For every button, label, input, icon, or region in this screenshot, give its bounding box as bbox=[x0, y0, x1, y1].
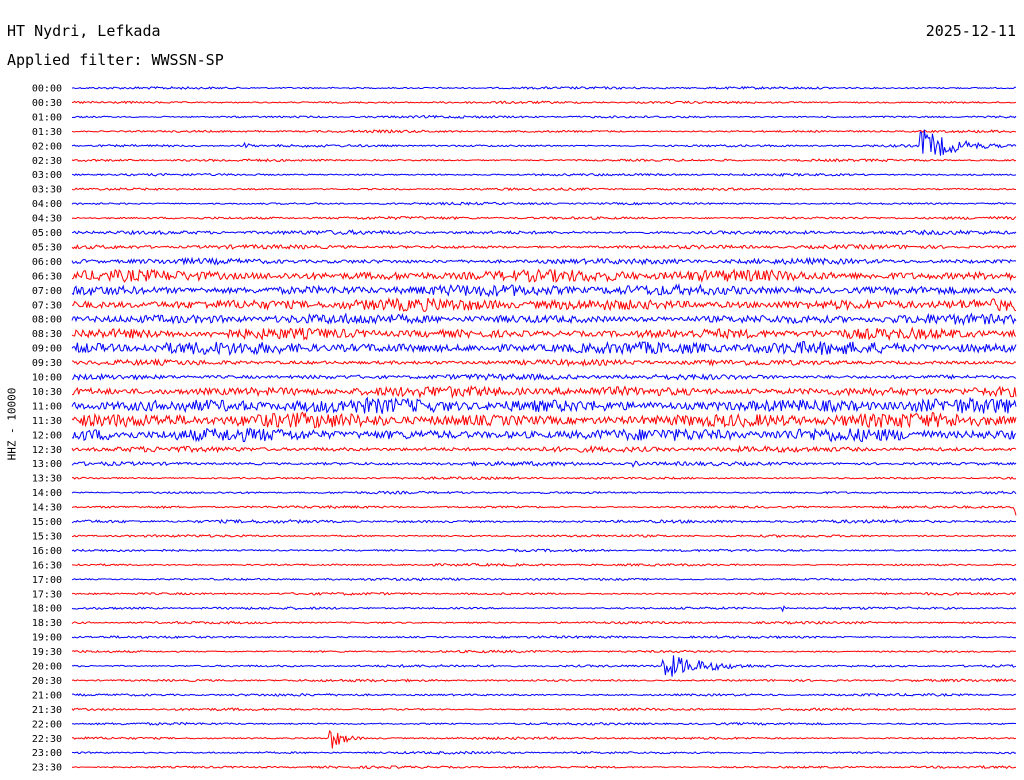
tick-label-0500: 05:00 bbox=[32, 228, 62, 239]
tick-label-1530: 15:30 bbox=[32, 531, 62, 542]
trace-row-1900 bbox=[71, 635, 1017, 640]
tick-label-1900: 19:00 bbox=[32, 633, 62, 644]
tick-label-0230: 02:30 bbox=[32, 156, 62, 167]
tick-label-1700: 17:00 bbox=[32, 575, 62, 586]
tick-label-2330: 23:30 bbox=[32, 763, 62, 774]
trace-row-0730 bbox=[72, 296, 1017, 312]
tick-label-1000: 10:00 bbox=[32, 373, 62, 384]
trace-row-1930 bbox=[71, 649, 1017, 654]
trace-row-1400 bbox=[71, 490, 1017, 495]
tick-label-2300: 23:00 bbox=[32, 748, 62, 759]
tick-label-0630: 06:30 bbox=[32, 271, 62, 282]
trace-row-0430 bbox=[71, 215, 1017, 221]
trace-row-2030 bbox=[71, 678, 1017, 683]
trace-row-2200 bbox=[71, 721, 1016, 726]
tick-label-1200: 12:00 bbox=[32, 430, 62, 441]
trace-row-1030 bbox=[71, 384, 1017, 399]
trace-row-2300 bbox=[71, 750, 1017, 755]
trace-row-0900 bbox=[71, 340, 1017, 357]
tick-label-0330: 03:30 bbox=[32, 185, 62, 196]
tick-label-1930: 19:30 bbox=[32, 647, 62, 658]
tick-label-1600: 16:00 bbox=[32, 546, 62, 557]
tick-label-0430: 04:30 bbox=[32, 214, 62, 225]
tick-label-0030: 00:30 bbox=[32, 98, 62, 109]
tick-label-0730: 07:30 bbox=[32, 300, 62, 311]
tick-label-2200: 22:00 bbox=[32, 719, 62, 730]
tick-label-1830: 18:30 bbox=[32, 618, 62, 629]
tick-label-0100: 01:00 bbox=[32, 112, 62, 123]
trace-row-0030 bbox=[72, 100, 1017, 105]
tick-label-0900: 09:00 bbox=[32, 344, 62, 355]
trace-row-0930 bbox=[71, 357, 1017, 368]
trace-row-1500 bbox=[71, 518, 1017, 524]
tick-label-0300: 03:00 bbox=[32, 170, 62, 181]
tick-label-1330: 13:30 bbox=[32, 474, 62, 485]
trace-row-1300 bbox=[71, 460, 1017, 468]
trace-row-0000 bbox=[71, 86, 1016, 90]
trace-row-1330 bbox=[71, 476, 1017, 481]
trace-row-1100 bbox=[71, 396, 1017, 414]
tick-label-0130: 01:30 bbox=[32, 127, 62, 138]
trace-row-1700 bbox=[71, 577, 1017, 582]
trace-row-0200 bbox=[71, 129, 1017, 156]
trace-row-1830 bbox=[71, 620, 1017, 625]
trace-row-1200 bbox=[71, 427, 1017, 443]
trace-row-1630 bbox=[71, 562, 1017, 567]
tick-label-1500: 15:00 bbox=[32, 517, 62, 528]
tick-label-1800: 18:00 bbox=[32, 604, 62, 615]
helicorder-plot: 00:00 00:30 01:00 01:30 02:00 02:30 03:00 03:30… bbox=[32, 84, 1017, 774]
trace-row-0830 bbox=[71, 326, 1017, 342]
trace-row-1730 bbox=[71, 591, 1016, 596]
seismic-traces bbox=[71, 86, 1017, 770]
tick-label-0830: 08:30 bbox=[32, 329, 62, 340]
tick-label-1130: 11:30 bbox=[32, 416, 62, 427]
tick-label-0930: 09:30 bbox=[32, 358, 62, 369]
trace-row-1600 bbox=[71, 548, 1017, 553]
trace-row-0130 bbox=[71, 129, 1017, 134]
trace-row-0800 bbox=[71, 312, 1017, 327]
trace-row-0400 bbox=[71, 201, 1017, 206]
trace-row-0100 bbox=[71, 114, 1017, 119]
tick-label-1400: 14:00 bbox=[32, 488, 62, 499]
trace-row-1130 bbox=[71, 411, 1017, 429]
trace-row-0300 bbox=[71, 172, 1017, 177]
trace-row-2230 bbox=[71, 729, 1017, 749]
trace-row-2330 bbox=[71, 764, 1017, 770]
tick-label-2230: 22:30 bbox=[32, 734, 62, 745]
trace-row-1530 bbox=[71, 534, 1017, 539]
tick-label-1630: 16:30 bbox=[32, 560, 62, 571]
trace-row-0530 bbox=[71, 243, 1017, 251]
tick-label-2100: 21:00 bbox=[32, 690, 62, 701]
trace-row-0230 bbox=[71, 158, 1017, 163]
time-tick-labels: 00:00 00:30 01:00 01:30 02:00 02:30 03:00 03:30… bbox=[32, 84, 62, 774]
tick-label-0000: 00:00 bbox=[32, 84, 62, 95]
trace-row-1000 bbox=[71, 372, 1017, 382]
trace-row-2000 bbox=[71, 655, 1017, 677]
tick-label-0530: 05:30 bbox=[32, 242, 62, 253]
tick-label-2030: 20:30 bbox=[32, 676, 62, 687]
trace-row-0600 bbox=[71, 256, 1017, 266]
tick-label-0700: 07:00 bbox=[32, 286, 62, 297]
tick-label-1300: 13:00 bbox=[32, 459, 62, 470]
tick-label-0800: 08:00 bbox=[32, 315, 62, 326]
tick-label-0400: 04:00 bbox=[32, 199, 62, 210]
tick-label-1730: 17:30 bbox=[32, 589, 62, 600]
tick-label-1100: 11:00 bbox=[32, 401, 62, 412]
tick-label-0200: 02:00 bbox=[32, 141, 62, 152]
trace-row-2100 bbox=[71, 692, 1017, 697]
trace-row-0700 bbox=[71, 283, 1017, 298]
tick-label-1230: 12:30 bbox=[32, 445, 62, 456]
trace-row-1230 bbox=[71, 444, 1017, 454]
trace-row-0630 bbox=[71, 268, 1017, 284]
trace-row-2130 bbox=[71, 707, 1017, 712]
tick-label-2000: 20:00 bbox=[32, 662, 62, 673]
trace-row-1800 bbox=[71, 605, 1017, 613]
trace-row-0500 bbox=[71, 229, 1017, 236]
tick-label-2130: 21:30 bbox=[32, 705, 62, 716]
tick-label-1030: 10:30 bbox=[32, 387, 62, 398]
tick-label-0600: 06:00 bbox=[32, 257, 62, 268]
tick-label-1430: 14:30 bbox=[32, 503, 62, 514]
trace-row-1430 bbox=[71, 504, 1017, 516]
trace-row-0330 bbox=[71, 187, 1016, 192]
